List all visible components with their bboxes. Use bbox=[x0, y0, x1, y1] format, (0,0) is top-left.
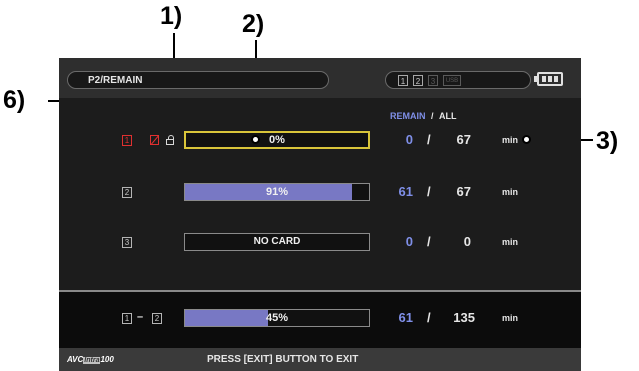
viewfinder-screen: P2/REMAIN 1 2 3 USB REMAIN / ALL 1 0% 0 … bbox=[59, 58, 581, 371]
slot-1-all: 67 bbox=[456, 132, 471, 147]
callout-6: 6) bbox=[3, 86, 26, 114]
slot-1-remain: 0 bbox=[405, 132, 413, 147]
slot-2-unit: min bbox=[502, 187, 519, 197]
total-slash: / bbox=[427, 310, 431, 325]
total-all: 135 bbox=[453, 310, 475, 325]
callout-3: 3) bbox=[596, 127, 619, 155]
slot-indicator-1: 1 bbox=[398, 75, 408, 86]
slot-3-remain: 0 bbox=[405, 234, 413, 249]
slot-3-all: 0 bbox=[463, 234, 471, 249]
slot-3-unit: min bbox=[502, 237, 519, 247]
callout-2-marker bbox=[251, 135, 260, 144]
slot-indicator-2: 2 bbox=[413, 75, 423, 86]
slot-2-label: 2 bbox=[122, 187, 132, 198]
callout-1: 1) bbox=[160, 2, 183, 30]
total-remain: 61 bbox=[398, 310, 413, 325]
page-title: P2/REMAIN bbox=[67, 71, 329, 89]
slot-1-percent: 0% bbox=[269, 134, 285, 146]
slot-3-percent: NO CARD bbox=[253, 236, 301, 247]
slot-indicator: 1 2 3 USB bbox=[385, 71, 531, 89]
slot-2-all: 67 bbox=[456, 184, 471, 199]
remain-header: REMAIN bbox=[390, 111, 426, 121]
slot-indicator-usb: USB bbox=[443, 75, 461, 86]
slot-1-label: 1 bbox=[122, 135, 132, 146]
slot-2-percent: 91% bbox=[265, 186, 289, 198]
exit-message: PRESS [EXIT] BUTTON TO EXIT bbox=[207, 354, 359, 365]
total-bar: 45% bbox=[184, 309, 370, 327]
slot-2-bar: 91% bbox=[184, 183, 370, 201]
total-slot-to: 2 bbox=[152, 313, 162, 324]
slot-indicator-3: 3 bbox=[428, 75, 438, 86]
slot-3-label: 3 bbox=[122, 237, 132, 248]
header-slash: / bbox=[431, 111, 434, 121]
slot-2-remain: 61 bbox=[398, 184, 413, 199]
write-protect-icon bbox=[150, 135, 159, 145]
total-slot-from: 1 bbox=[122, 313, 132, 324]
status-bar: AVCIntra100 PRESS [EXIT] BUTTON TO EXIT bbox=[59, 348, 581, 371]
total-dash: – bbox=[137, 311, 144, 323]
callout-2: 2) bbox=[242, 10, 265, 38]
slot-1-unit: min bbox=[502, 135, 519, 145]
all-header: ALL bbox=[439, 111, 457, 121]
total-percent: 45% bbox=[265, 312, 289, 324]
slot-3-bar: NO CARD bbox=[184, 233, 370, 251]
lock-icon bbox=[166, 135, 174, 145]
slot-1-bar: 0% bbox=[184, 131, 370, 149]
total-panel: 1 – 2 45% 61 / 135 min bbox=[59, 292, 581, 348]
battery-icon bbox=[534, 72, 563, 86]
title-bar: P2/REMAIN 1 2 3 USB bbox=[59, 58, 581, 98]
callout-3-marker bbox=[522, 135, 531, 144]
total-unit: min bbox=[502, 313, 519, 323]
avc-intra-logo: AVCIntra100 bbox=[67, 355, 114, 364]
